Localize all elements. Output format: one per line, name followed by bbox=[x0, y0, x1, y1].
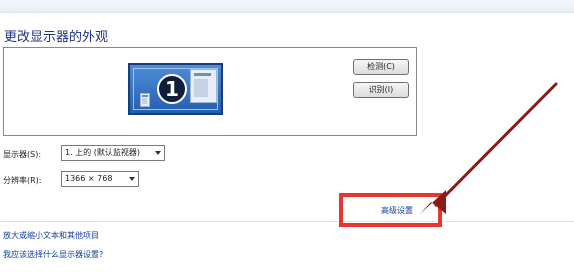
arrow-head-icon bbox=[420, 190, 446, 214]
arrow-shaft bbox=[434, 82, 558, 207]
pointer-arrow bbox=[420, 82, 558, 214]
